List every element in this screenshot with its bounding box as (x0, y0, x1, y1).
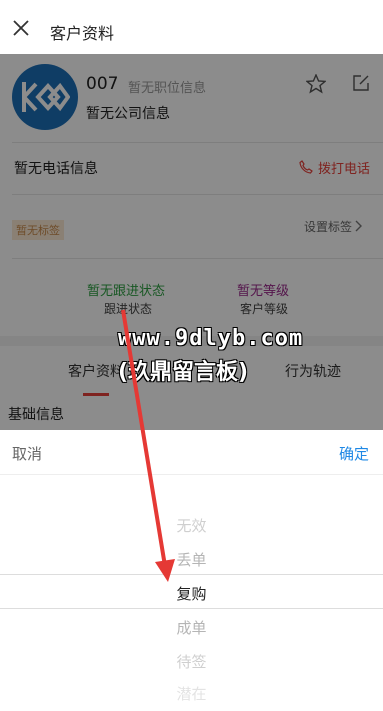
annotation-arrow-icon (121, 309, 175, 582)
